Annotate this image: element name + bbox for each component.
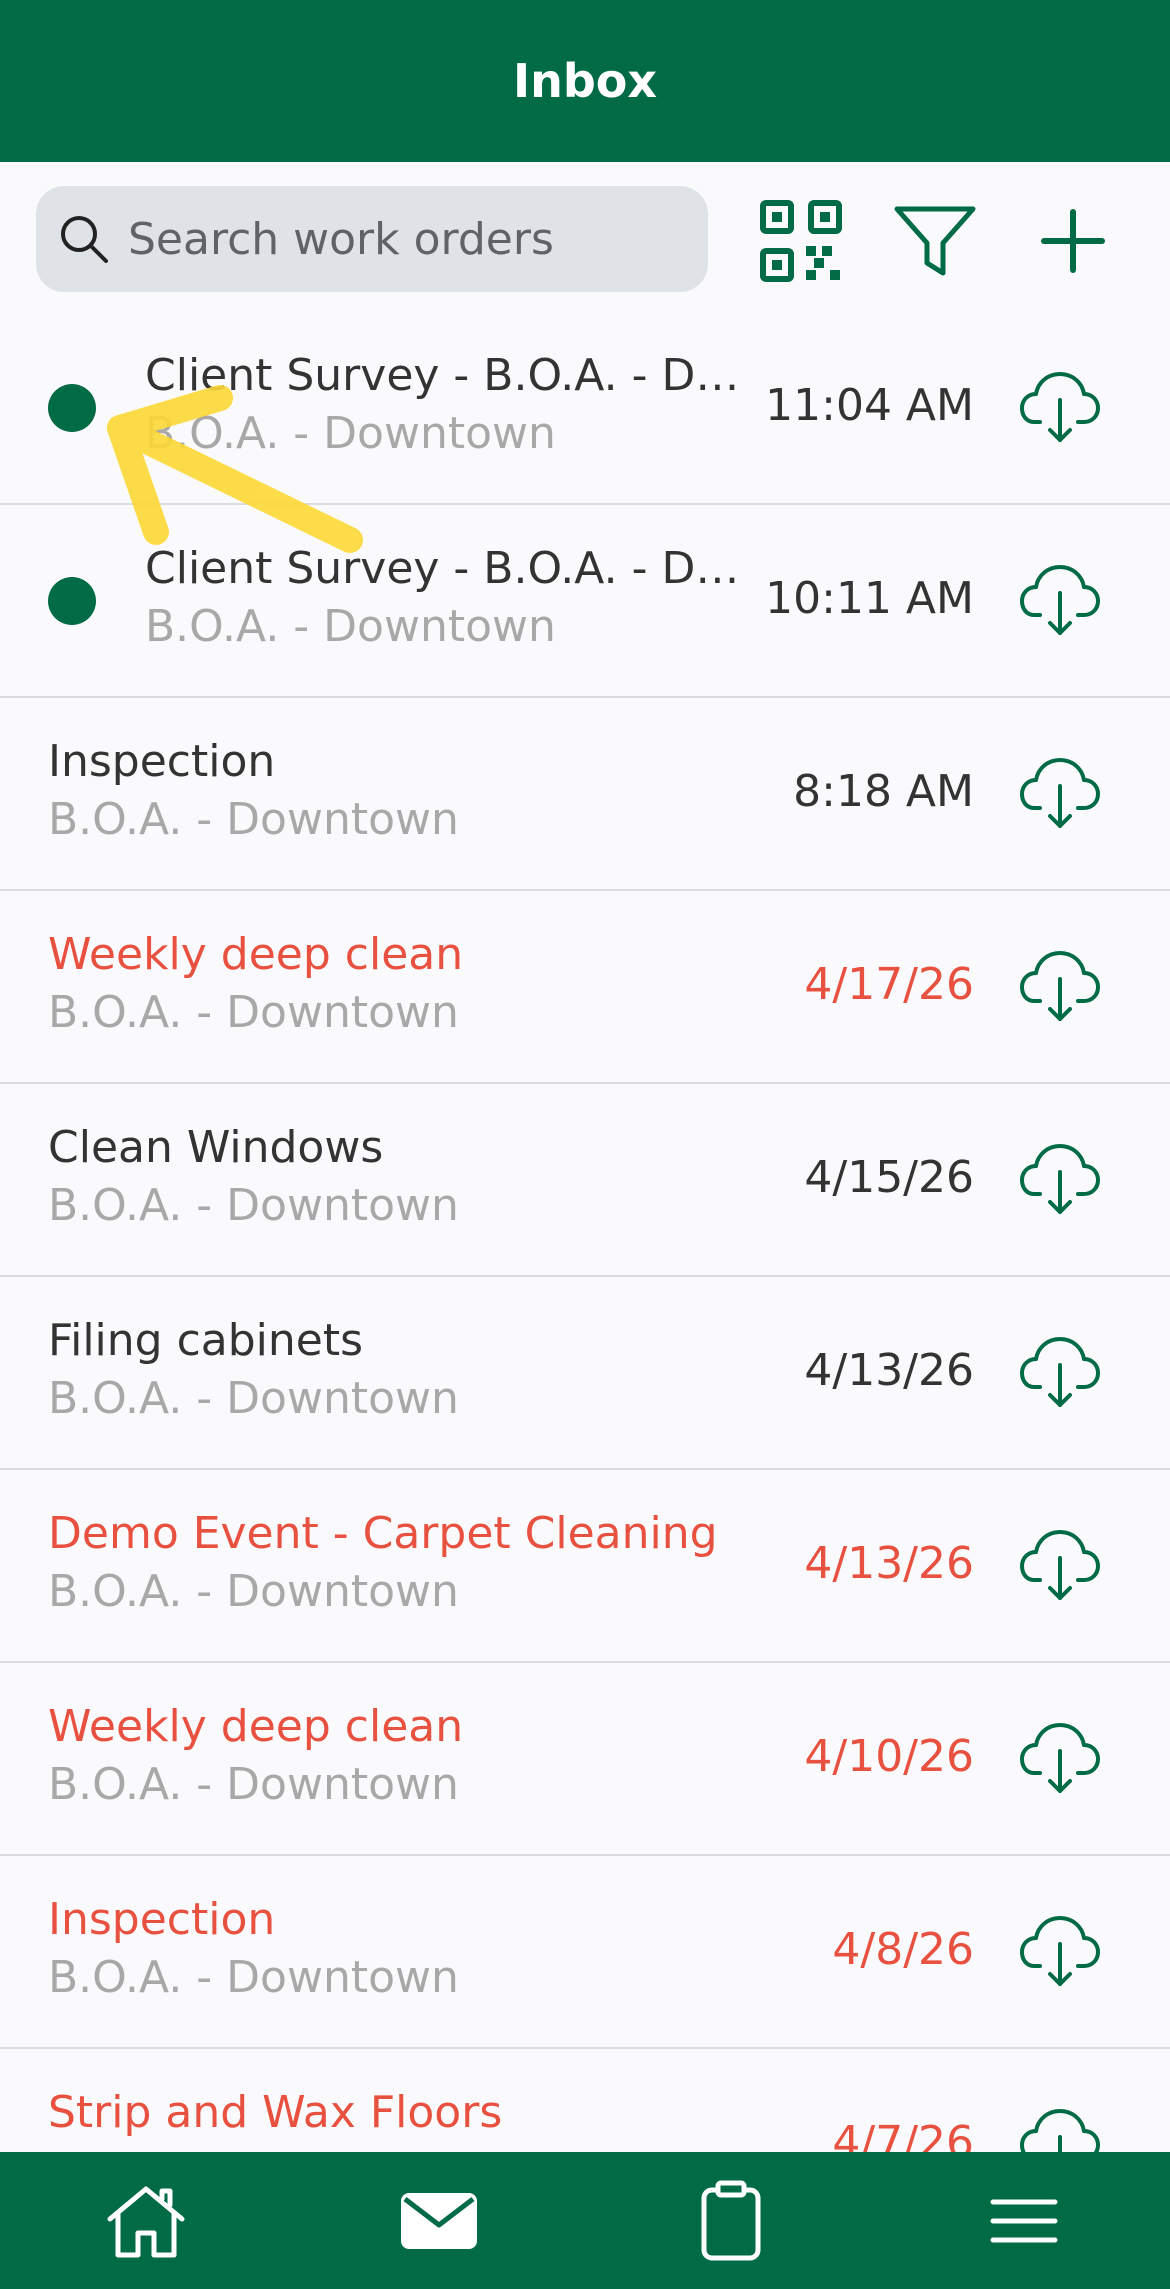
cloud-download-icon[interactable] xyxy=(1020,949,1100,1023)
search-bar[interactable] xyxy=(36,186,708,292)
work-order-date: 4/13/26 xyxy=(804,1345,974,1396)
cloud-download-icon[interactable] xyxy=(1020,756,1100,830)
cloud-download-icon[interactable] xyxy=(1020,370,1100,444)
home-icon xyxy=(107,2186,185,2257)
work-order-title: Demo Event - Carpet Cleaning xyxy=(48,1508,718,1559)
work-order-date: 4/10/26 xyxy=(804,1731,974,1782)
work-order-location: B.O.A. - Downtown xyxy=(145,601,556,652)
work-order-date: 11:04 AM xyxy=(765,380,974,431)
work-order-title: Inspection xyxy=(48,1894,276,1945)
work-order-location: B.O.A. - Downtown xyxy=(48,794,459,845)
work-order-title: Inspection xyxy=(48,736,276,787)
clipboard-icon xyxy=(701,2180,761,2260)
work-order-list: Client Survey - B.O.A. - Do… B.O.A. - Dow… xyxy=(0,312,1170,2242)
toolbar xyxy=(0,162,1170,312)
work-order-title: Weekly deep clean xyxy=(48,1701,464,1752)
work-order-row[interactable]: Client Survey - B.O.A. - Do… B.O.A. - Dow… xyxy=(0,312,1170,505)
filter-icon xyxy=(894,206,976,276)
work-order-title: Client Survey - B.O.A. - Do… xyxy=(145,543,755,594)
work-order-location: B.O.A. - Downtown xyxy=(48,987,459,1038)
work-order-location: B.O.A. - Downtown xyxy=(48,1566,459,1617)
tab-menu[interactable] xyxy=(964,2171,1084,2271)
qr-scan-button[interactable] xyxy=(756,196,846,286)
unread-indicator xyxy=(48,577,96,625)
tab-inbox[interactable] xyxy=(379,2171,499,2271)
work-order-row[interactable]: Inspection B.O.A. - Downtown 4/8/26 xyxy=(0,1856,1170,2049)
search-icon xyxy=(61,216,108,263)
tab-home[interactable] xyxy=(86,2171,206,2271)
unread-indicator xyxy=(48,384,96,432)
cloud-download-icon[interactable] xyxy=(1020,1528,1100,1602)
mail-icon xyxy=(400,2192,477,2249)
cloud-download-icon[interactable] xyxy=(1020,1914,1100,1988)
plus-icon xyxy=(1041,209,1105,273)
qr-code-icon xyxy=(760,200,842,282)
work-order-row[interactable]: Clean Windows B.O.A. - Downtown 4/15/26 xyxy=(0,1084,1170,1277)
app-header: Inbox xyxy=(0,0,1170,162)
menu-icon xyxy=(990,2199,1058,2242)
work-order-title: Weekly deep clean xyxy=(48,929,464,980)
work-order-location: B.O.A. - Downtown xyxy=(48,1373,459,1424)
work-order-title: Filing cabinets xyxy=(48,1315,364,1366)
bottom-tab-bar xyxy=(0,2152,1170,2289)
work-order-title: Strip and Wax Floors xyxy=(48,2087,503,2138)
work-order-location: B.O.A. - Downtown xyxy=(48,1952,459,2003)
work-order-title: Clean Windows xyxy=(48,1122,384,1173)
cloud-download-icon[interactable] xyxy=(1020,1142,1100,1216)
add-work-order-button[interactable] xyxy=(1028,196,1118,286)
work-order-title: Client Survey - B.O.A. - Do… xyxy=(145,350,755,401)
filter-button[interactable] xyxy=(890,196,980,286)
search-input[interactable] xyxy=(126,212,690,266)
work-order-row[interactable]: Filing cabinets B.O.A. - Downtown 4/13/26 xyxy=(0,1277,1170,1470)
work-order-date: 4/13/26 xyxy=(804,1538,974,1589)
work-order-location: B.O.A. - Downtown xyxy=(48,1180,459,1231)
work-order-date: 4/8/26 xyxy=(832,1924,974,1975)
work-order-date: 4/17/26 xyxy=(804,959,974,1010)
work-order-location: B.O.A. - Downtown xyxy=(48,1759,459,1810)
cloud-download-icon[interactable] xyxy=(1020,1721,1100,1795)
cloud-download-icon[interactable] xyxy=(1020,1335,1100,1409)
work-order-row[interactable]: Demo Event - Carpet Cleaning B.O.A. - Dow… xyxy=(0,1470,1170,1663)
work-order-date: 4/15/26 xyxy=(804,1152,974,1203)
work-order-date: 10:11 AM xyxy=(765,573,974,624)
page-title: Inbox xyxy=(512,54,658,108)
work-order-location: B.O.A. - Downtown xyxy=(145,408,556,459)
cloud-download-icon[interactable] xyxy=(1020,563,1100,637)
work-order-row[interactable]: Weekly deep clean B.O.A. - Downtown 4/10/2… xyxy=(0,1663,1170,1856)
tab-work-orders[interactable] xyxy=(671,2171,791,2271)
work-order-row[interactable]: Client Survey - B.O.A. - Do… B.O.A. - Dow… xyxy=(0,505,1170,698)
work-order-date: 8:18 AM xyxy=(793,766,974,817)
work-order-row[interactable]: Weekly deep clean B.O.A. - Downtown 4/17/2… xyxy=(0,891,1170,1084)
work-order-row[interactable]: Inspection B.O.A. - Downtown 8:18 AM xyxy=(0,698,1170,891)
